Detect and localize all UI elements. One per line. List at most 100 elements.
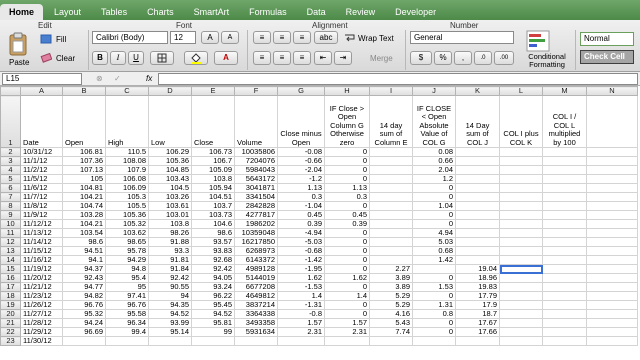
tab-review[interactable]: Review [337,4,385,20]
cell[interactable]: 93.83 [191,246,235,256]
cell[interactable] [499,192,543,202]
cell[interactable] [542,237,587,247]
cell[interactable]: 1.13 [277,183,325,193]
cell[interactable]: -0.66 [277,156,325,166]
cell[interactable] [499,273,543,283]
row-header[interactable]: 20 [0,309,21,319]
name-box[interactable]: L15 [2,73,82,85]
cell[interactable]: 107.36 [62,156,106,166]
cell[interactable]: 94 [148,291,192,301]
row-header[interactable]: 5 [0,174,21,184]
cell[interactable]: 95.14 [148,327,192,337]
cell[interactable]: 93.3 [148,246,192,256]
cell[interactable]: 3837214 [234,300,278,310]
cell[interactable]: 1.62 [324,273,370,283]
cell[interactable] [586,183,638,193]
currency-button[interactable]: $ [410,51,432,65]
cell[interactable]: 98.26 [148,228,192,238]
cell[interactable] [369,210,413,220]
clear-button[interactable]: Clear [56,54,75,63]
cell[interactable]: 4989128 [234,264,278,274]
cell[interactable]: 17.67 [455,318,500,328]
cell[interactable]: 2842828 [234,201,278,211]
increase-decimal-button[interactable]: .0 [474,51,492,65]
cell[interactable] [455,174,500,184]
cell[interactable] [542,219,587,229]
cell[interactable] [542,156,587,166]
cell[interactable]: 94.05 [191,273,235,283]
cell[interactable]: 0.45 [277,210,325,220]
cell[interactable]: 0 [412,219,456,229]
row-header[interactable]: 16 [0,273,21,283]
cell[interactable] [148,336,192,346]
cell[interactable] [586,336,638,346]
cell[interactable]: 0 [324,246,370,256]
align-top-button[interactable]: ≡ [253,31,271,44]
cell[interactable] [542,318,587,328]
cell[interactable]: 16217850 [234,237,278,247]
cell[interactable]: 91.81 [148,255,192,265]
tab-developer[interactable]: Developer [386,4,445,20]
increase-indent-button[interactable]: ⇥ [334,51,352,65]
cell[interactable]: 1.62 [277,273,325,283]
paste-button[interactable]: Paste [9,58,29,67]
cell[interactable]: 11/20/12 [20,273,63,283]
cell[interactable]: 5.29 [369,291,413,301]
cell[interactable]: 5643172 [234,174,278,184]
cell[interactable] [542,336,587,346]
cell[interactable]: 5931634 [234,327,278,337]
cell[interactable] [455,192,500,202]
row-header[interactable]: 23 [0,336,21,346]
cell[interactable]: 107.9 [105,165,149,175]
selected-cell[interactable] [499,264,543,274]
cell[interactable]: 103.01 [148,210,192,220]
font-color-button[interactable]: A [214,51,238,65]
column-title-cell[interactable]: COL I / COL L multiplied by 100 [542,95,587,148]
conditional-formatting-button[interactable]: Conditional Formatting [520,53,574,69]
cell[interactable]: 95.45 [191,300,235,310]
cell[interactable]: 104.74 [62,201,106,211]
cell[interactable] [62,336,106,346]
percent-button[interactable]: % [434,51,452,65]
cell[interactable] [455,228,500,238]
cell[interactable]: 94.35 [148,300,192,310]
cell[interactable]: 1.13 [324,183,370,193]
cell[interactable]: -1.95 [277,264,325,274]
cell[interactable] [455,210,500,220]
cell[interactable] [586,192,638,202]
cell[interactable] [499,291,543,301]
cell[interactable] [234,336,278,346]
cell[interactable]: 0 [324,300,370,310]
cell[interactable]: 98.6 [62,237,106,247]
row-header[interactable]: 2 [0,147,21,157]
spreadsheet-grid[interactable]: A B C D E F G H I J K L M N 1 Date Open Hig… [0,86,638,346]
cell[interactable]: 103.73 [191,210,235,220]
cell[interactable]: 110.5 [105,147,149,157]
cell[interactable] [586,327,638,337]
cell[interactable]: 1.53 [412,282,456,292]
row-header[interactable]: 15 [0,264,21,274]
cell[interactable]: 103.26 [148,192,192,202]
cell[interactable] [586,174,638,184]
cell[interactable] [369,336,413,346]
column-header[interactable]: K [455,86,500,96]
cell[interactable]: 11/28/12 [20,318,63,328]
cell[interactable]: 11/1/12 [20,156,63,166]
cell[interactable] [586,210,638,220]
cell[interactable] [369,237,413,247]
cell[interactable]: 93.24 [191,282,235,292]
cell[interactable] [412,336,456,346]
column-title-cell[interactable]: Date [20,95,63,148]
column-header[interactable]: F [234,86,278,96]
merge-button[interactable]: Merge [370,54,393,63]
cell[interactable] [542,300,587,310]
row-header[interactable]: 19 [0,300,21,310]
cell[interactable]: 104.21 [62,219,106,229]
cell[interactable]: 103.61 [148,201,192,211]
fill-button[interactable]: Fill [56,35,66,44]
cell[interactable]: 97.41 [105,291,149,301]
cell[interactable]: 3364338 [234,309,278,319]
row-header[interactable]: 10 [0,219,21,229]
cell[interactable] [586,201,638,211]
cell[interactable] [542,192,587,202]
